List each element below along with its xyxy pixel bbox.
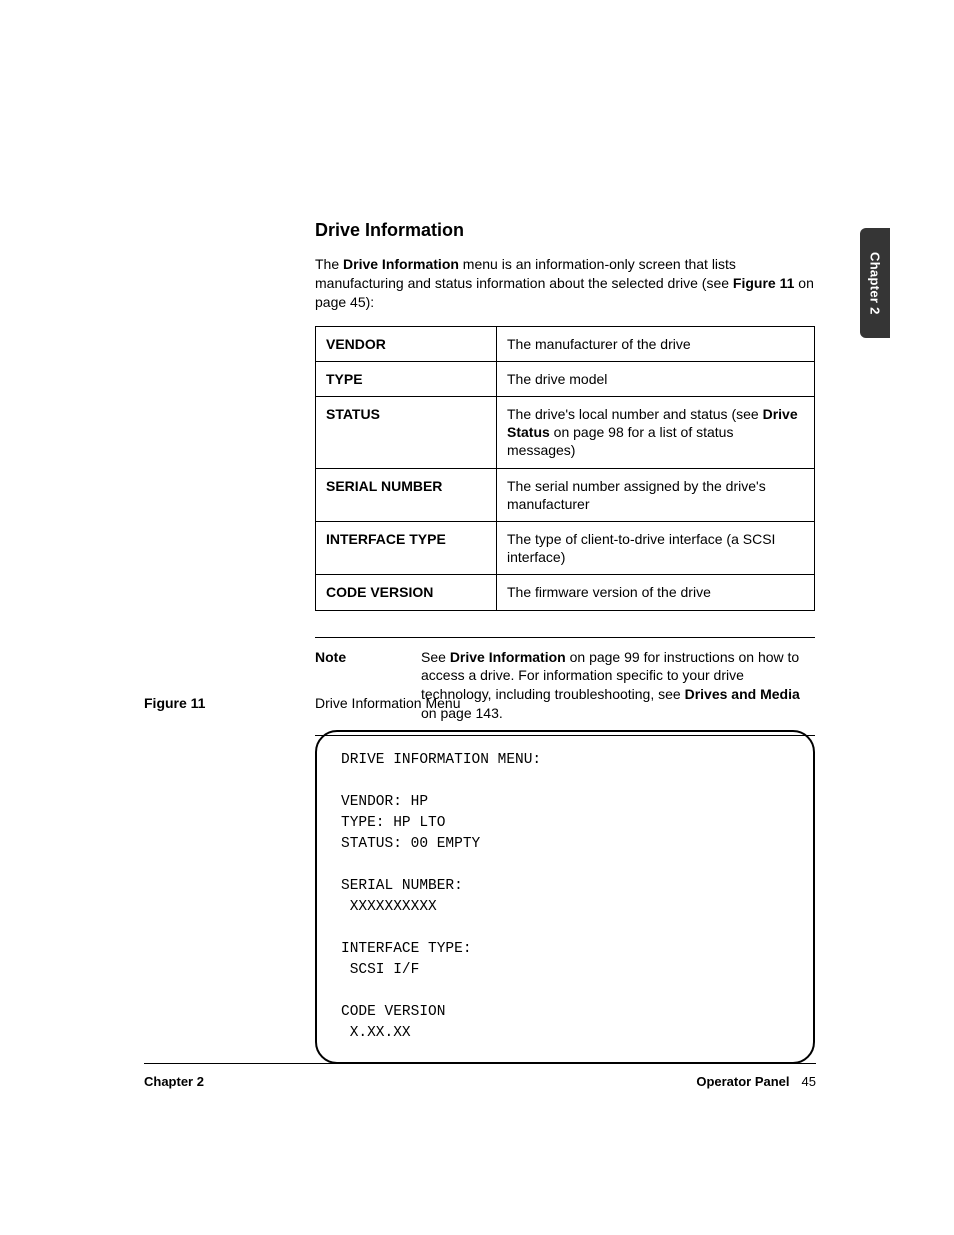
term-cell: TYPE [316, 361, 497, 396]
table-row: SERIAL NUMBER The serial number assigned… [316, 468, 815, 521]
definition-cell: The manufacturer of the drive [497, 326, 815, 361]
definition-cell: The firmware version of the drive [497, 575, 815, 610]
content-column: Drive Information The Drive Information … [315, 220, 815, 736]
table-row: TYPE The drive model [316, 361, 815, 396]
table-row: CODE VERSION The firmware version of the… [316, 575, 815, 610]
chapter-thumb-tab: Chapter 2 [860, 228, 890, 338]
footer-section: Operator Panel [696, 1074, 789, 1089]
footer-rule [144, 1063, 816, 1064]
figure-caption-row: Figure 11 Drive Information Menu [144, 695, 815, 711]
xref: Drive Information [450, 649, 566, 665]
definitions-table: VENDOR The manufacturer of the drive TYP… [315, 326, 815, 611]
intro-bold-1: Drive Information [343, 256, 459, 272]
note-body: See Drive Information on page 99 for ins… [421, 648, 815, 724]
chapter-thumb-label: Chapter 2 [868, 252, 883, 315]
intro-paragraph: The Drive Information menu is an informa… [315, 255, 815, 312]
term-cell: STATUS [316, 397, 497, 469]
footer-right: Operator Panel 45 [696, 1074, 816, 1089]
term-cell: INTERFACE TYPE [316, 521, 497, 574]
note-block: Note See Drive Information on page 99 fo… [315, 637, 815, 737]
lcd-screen-display: DRIVE INFORMATION MENU: VENDOR: HP TYPE:… [315, 730, 815, 1064]
page-footer: Chapter 2 Operator Panel 45 [144, 1074, 816, 1089]
section-heading: Drive Information [315, 220, 815, 241]
figure-xref: Figure 11 [733, 275, 794, 291]
definition-cell: The drive's local number and status (see… [497, 397, 815, 469]
footer-page-number: 45 [802, 1074, 816, 1089]
definition-cell: The serial number assigned by the drive'… [497, 468, 815, 521]
term-cell: SERIAL NUMBER [316, 468, 497, 521]
term-cell: CODE VERSION [316, 575, 497, 610]
page: Chapter 2 Drive Information The Drive In… [0, 0, 954, 1235]
definition-cell: The drive model [497, 361, 815, 396]
figure-number: Figure 11 [144, 695, 315, 711]
intro-text: The [315, 256, 343, 272]
table-row: STATUS The drive's local number and stat… [316, 397, 815, 469]
figure-caption: Drive Information Menu [315, 695, 461, 711]
table-row: VENDOR The manufacturer of the drive [316, 326, 815, 361]
term-cell: VENDOR [316, 326, 497, 361]
table-row: INTERFACE TYPE The type of client-to-dri… [316, 521, 815, 574]
definition-cell: The type of client-to-drive interface (a… [497, 521, 815, 574]
note-label: Note [315, 648, 421, 724]
footer-chapter: Chapter 2 [144, 1074, 204, 1089]
